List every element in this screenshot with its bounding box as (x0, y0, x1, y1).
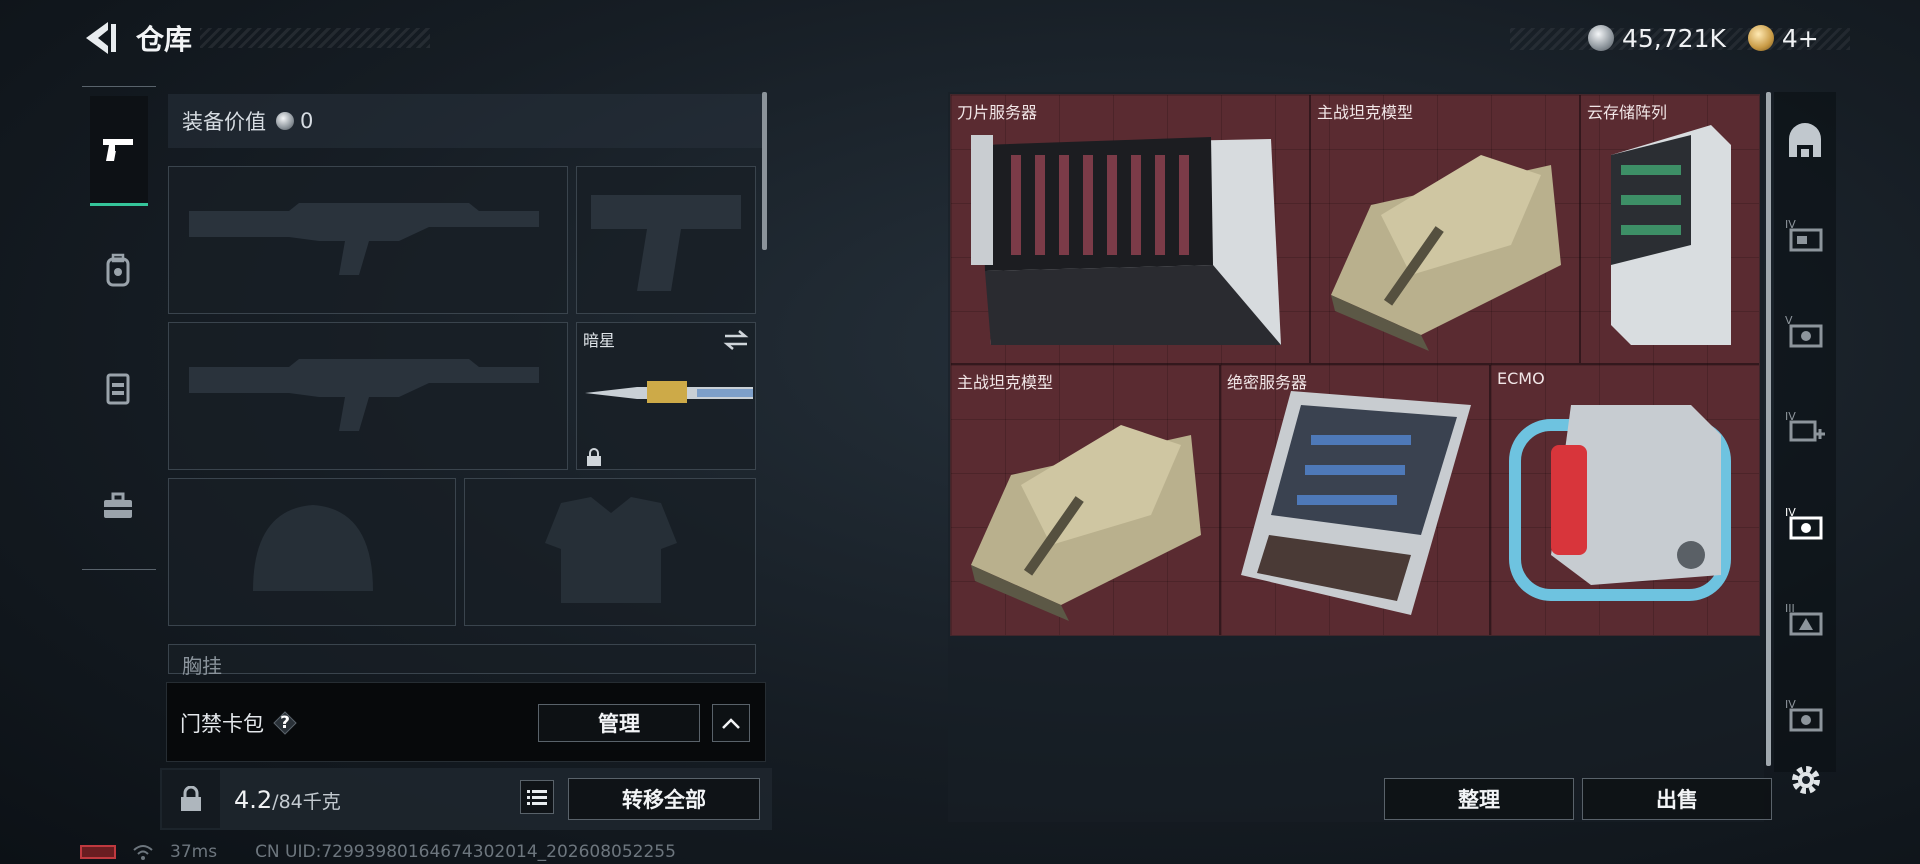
stash-tab-iv-3-active[interactable]: IV (1774, 492, 1836, 554)
collapse-button[interactable] (712, 704, 750, 742)
item-name: ECMO (1497, 369, 1545, 388)
rifle-silhouette-icon (189, 203, 539, 275)
transfer-all-button[interactable]: 转移全部 (568, 778, 760, 820)
stash-container-icon: III (1785, 602, 1823, 636)
primary-weapon-slot[interactable] (168, 166, 568, 314)
tank-icon (1331, 155, 1561, 351)
armor-slot[interactable] (464, 478, 756, 626)
stash-item-tank-model[interactable]: 主战坦克模型 (1310, 94, 1580, 364)
stash-item-ecmo[interactable]: ECMO (1490, 364, 1760, 636)
card-pack-title: 门禁卡包 ? (180, 708, 298, 738)
melee-slot[interactable]: 暗星 (576, 322, 756, 470)
ping-text: 37ms (170, 842, 218, 862)
equipment-value-label: 装备价值 (182, 110, 266, 134)
warehouse-icon (1789, 123, 1821, 157)
ecmo-icon (1509, 405, 1731, 601)
gold-amount[interactable]: 4+ (1782, 24, 1819, 53)
pistol-silhouette-icon (591, 195, 741, 291)
list-view-button[interactable] (520, 780, 554, 814)
wifi-icon (133, 845, 153, 860)
header-decoration (200, 28, 430, 48)
manage-button[interactable]: 管理 (538, 704, 700, 742)
tank-icon (971, 425, 1201, 621)
silver-coin-icon (1588, 25, 1614, 51)
pistol-slot[interactable] (576, 166, 756, 314)
nav-tab-chest-rig[interactable] (90, 360, 146, 416)
stash-container-icon: IV (1785, 410, 1825, 442)
chest-rig-icon (106, 373, 130, 405)
page-title: 仓库 (136, 23, 193, 56)
equipment-value-bar: 装备价值 0 (168, 94, 762, 148)
stash-tab-iv-1[interactable]: IV (1774, 204, 1836, 266)
item-name: 刀片服务器 (957, 103, 1038, 122)
gear-icon (1792, 766, 1820, 794)
back-arrow-icon[interactable] (80, 18, 120, 58)
pistol-icon (103, 138, 133, 161)
silver-amount: 45,721K (1622, 23, 1726, 53)
weight-button[interactable] (162, 770, 220, 828)
help-mark: ? (280, 713, 290, 733)
chest-rig-slot[interactable] (168, 644, 756, 674)
armor-silhouette-icon (545, 497, 677, 603)
storage-array-icon (1611, 125, 1731, 345)
weight-lock-icon (181, 786, 201, 811)
knife-icon (585, 381, 753, 403)
item-name: 绝密服务器 (1227, 373, 1308, 392)
equipment-scrollbar[interactable] (762, 92, 767, 250)
stash-item-secret-server[interactable]: 绝密服务器 (1220, 364, 1490, 636)
silver-coin-icon (276, 112, 294, 130)
list-icon (527, 790, 547, 805)
item-name: 云存储阵列 (1587, 103, 1668, 122)
chest-rig-label: 胸挂 (182, 654, 222, 678)
stash-scrollbar[interactable] (1766, 92, 1771, 766)
weight-capacity: /84千克 (272, 791, 341, 813)
blade-server-icon (971, 135, 1281, 345)
weight-current: 4.2 (234, 786, 273, 814)
lock-icon (587, 448, 601, 466)
server-icon (1241, 391, 1471, 615)
gold-coin-icon (1747, 25, 1774, 51)
status-line: 37ms CN UID:7299398016467430201​4_202608… (80, 842, 676, 862)
stash-tab-iv-2[interactable]: IV (1774, 396, 1836, 458)
chevron-up-icon (722, 718, 740, 729)
weight-display: 4.2/84千克 (234, 786, 341, 814)
stash-container-icon: V (1785, 314, 1823, 348)
stash-container-icon: IV (1785, 698, 1823, 732)
currency-display: 45,721K 4+ (1588, 22, 1819, 54)
stash-item-cloud-storage[interactable]: 云存储阵列 (1580, 94, 1760, 364)
equipment-value: 0 (300, 109, 314, 133)
settings-button[interactable] (1788, 762, 1824, 798)
uid-text: CN UID:7299398016467430201​4_20260805225… (255, 842, 676, 862)
stash-tab-iii[interactable]: III (1774, 588, 1836, 650)
helmet-slot[interactable] (168, 478, 456, 626)
rifle-silhouette-icon (189, 359, 539, 431)
battery-icon (80, 845, 116, 859)
sort-button[interactable]: 整理 (1384, 778, 1574, 820)
sell-button[interactable]: 出售 (1582, 778, 1772, 820)
stash-container-icon: IV (1785, 506, 1823, 540)
stash-item-blade-server[interactable]: 刀片服务器 (950, 94, 1310, 364)
stash-container-icon: IV (1785, 218, 1823, 252)
item-name: 主战坦克模型 (957, 373, 1054, 392)
stash-item-tank-model[interactable]: 主战坦克模型 (950, 364, 1220, 636)
stash-tab-iv-4[interactable]: IV (1774, 684, 1836, 746)
stash-tab-all[interactable] (1774, 110, 1836, 172)
toolbox-icon (104, 492, 132, 518)
nav-tab-weapons[interactable] (90, 96, 148, 206)
backpack-icon (106, 253, 130, 287)
helmet-silhouette-icon (253, 505, 373, 591)
nav-tab-backpack[interactable] (90, 242, 146, 298)
item-name: 主战坦克模型 (1317, 103, 1414, 122)
secondary-weapon-slot[interactable] (168, 322, 568, 470)
nav-tab-toolbox[interactable] (90, 478, 146, 534)
stash-tab-v[interactable]: V (1774, 300, 1836, 362)
help-icon[interactable]: ? (272, 710, 298, 736)
card-pack-label: 门禁卡包 (180, 712, 264, 736)
